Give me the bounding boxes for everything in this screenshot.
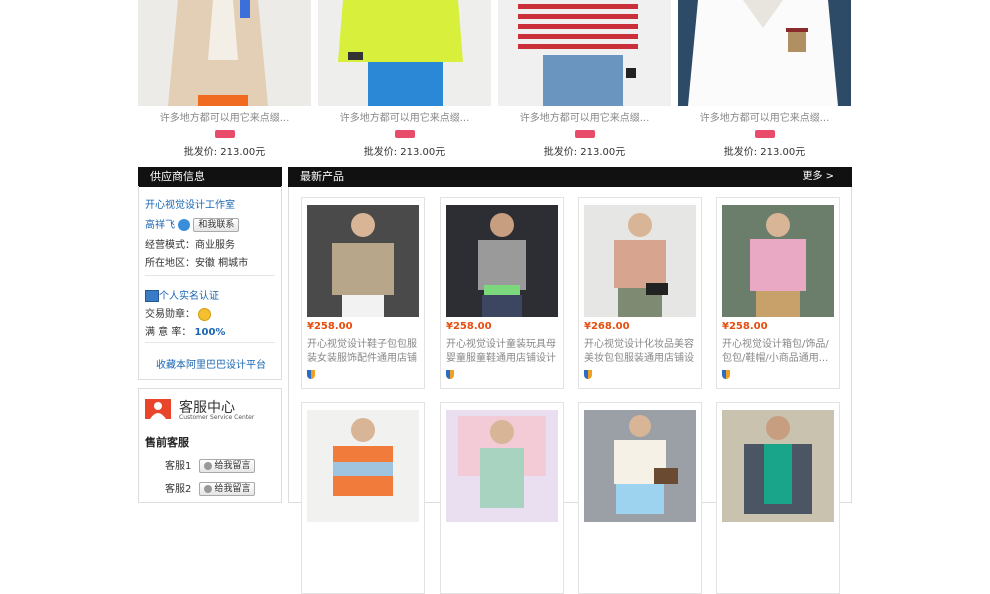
product-title[interactable]: [307, 543, 421, 571]
shield-icon: [446, 370, 454, 379]
top-product-card[interactable]: 许多地方都可以用它来点缀... 批发价: 213.00元: [138, 0, 311, 158]
contact-name[interactable]: 高祥飞: [145, 220, 175, 231]
product-image[interactable]: [307, 410, 419, 522]
product-price: ¥258.00: [307, 321, 353, 332]
product-card[interactable]: ¥258.00 开心视觉设计鞋子包包服装女装服饰配件通用店铺设...: [301, 197, 425, 389]
divider: [145, 275, 275, 276]
wholesale-badge: [394, 130, 415, 138]
product-image[interactable]: [138, 0, 311, 106]
product-image[interactable]: [584, 410, 696, 522]
product-card[interactable]: ¥258.00 开心视觉设计箱包/饰品/包包/鞋帽/小商品通用...: [716, 197, 840, 389]
location: 所在地区：安徽 桐城市: [145, 258, 249, 269]
business-mode: 经营模式：商业服务: [145, 240, 235, 251]
product-title[interactable]: 开心视觉设计化妆品美容美妆包包服装通用店铺设计...: [584, 338, 698, 366]
product-title[interactable]: 许多地方都可以用它来点缀...: [318, 112, 491, 126]
latest-title: 最新产品: [300, 170, 344, 183]
shop-name-link[interactable]: 开心视觉设计工作室: [145, 196, 235, 211]
agent-row: 客服2 给我留言: [165, 480, 256, 496]
product-price: 批发价: 213.00元: [723, 147, 806, 158]
product-image[interactable]: [446, 205, 558, 317]
product-title[interactable]: 许多地方都可以用它来点缀...: [138, 112, 311, 126]
product-price: 批发价: 213.00元: [543, 147, 626, 158]
contact-row: 高祥飞 和我联系: [145, 216, 240, 232]
product-price: ¥258.00: [446, 321, 492, 332]
more-link[interactable]: 更多 >: [802, 167, 834, 187]
product-image[interactable]: [307, 205, 419, 317]
leave-message-label: 给我留言: [214, 461, 251, 471]
product-card[interactable]: [716, 402, 840, 594]
presale-label: 售前客服: [145, 436, 189, 449]
top-product-card[interactable]: 许多地方都可以用它来点缀... 批发价: 213.00元: [498, 0, 671, 158]
supplier-header: 供应商信息: [138, 167, 282, 187]
product-price: 批发价: 213.00元: [363, 147, 446, 158]
verification-text[interactable]: 个人实名认证: [159, 291, 219, 302]
product-title[interactable]: 开心视觉设计鞋子包包服装女装服饰配件通用店铺设...: [307, 338, 421, 366]
medal-icon[interactable]: [198, 307, 212, 321]
top-product-card[interactable]: 许多地方都可以用它来点缀... 批发价: 213.00元: [318, 0, 491, 158]
satisfaction-label: 满 意 率：: [145, 327, 192, 338]
product-card[interactable]: ¥258.00 开心视觉设计童装玩具母婴童服童鞋通用店铺设计装...: [440, 197, 564, 389]
product-image[interactable]: [318, 0, 491, 106]
top-product-card[interactable]: 许多地方都可以用它来点缀... 批发价: 213.00元: [678, 0, 851, 158]
product-title[interactable]: 许多地方都可以用它来点缀...: [498, 112, 671, 126]
product-image[interactable]: [722, 205, 834, 317]
wholesale-badge: [574, 130, 595, 138]
product-title[interactable]: 开心视觉设计箱包/饰品/包包/鞋帽/小商品通用...: [722, 338, 836, 366]
product-card[interactable]: [578, 402, 702, 594]
product-price: ¥268.00: [584, 321, 630, 332]
chat-icon[interactable]: [178, 219, 191, 231]
leave-message-label: 给我留言: [214, 484, 251, 494]
satisfaction-row: 满 意 率： 100%: [145, 323, 225, 338]
product-image[interactable]: [498, 0, 671, 106]
shield-icon: [722, 370, 730, 379]
product-image[interactable]: [446, 410, 558, 522]
chat-icon: [203, 461, 212, 470]
product-image[interactable]: [584, 205, 696, 317]
satisfaction-value: 100%: [194, 327, 226, 338]
product-card[interactable]: [301, 402, 425, 594]
product-card[interactable]: [440, 402, 564, 594]
latest-products-header: 最新产品 更多 >: [288, 167, 852, 187]
customer-service-panel: 客服中心 Customer Service Center 售前客服 客服1 给我…: [138, 388, 282, 503]
agent-row: 客服1 给我留言: [165, 457, 256, 473]
trade-medal-label: 交易勋章：: [145, 309, 195, 320]
trade-medal-row: 交易勋章：: [145, 305, 212, 321]
latest-products-grid: ¥258.00 开心视觉设计鞋子包包服装女装服饰配件通用店铺设... ¥258.…: [288, 187, 852, 594]
contact-me-button[interactable]: 和我联系: [193, 218, 240, 232]
divider: [145, 342, 275, 343]
product-title[interactable]: [722, 543, 836, 571]
product-title[interactable]: [584, 543, 698, 571]
id-card-icon: [145, 290, 159, 302]
agent-name: 客服2: [165, 484, 192, 495]
product-price: ¥258.00: [722, 321, 768, 332]
product-title[interactable]: [446, 543, 560, 571]
service-logo-icon: [145, 399, 171, 419]
wholesale-badge: [754, 130, 775, 138]
product-image[interactable]: [722, 410, 834, 522]
shield-icon: [584, 370, 592, 379]
product-card[interactable]: ¥268.00 开心视觉设计化妆品美容美妆包包服装通用店铺设计...: [578, 197, 702, 389]
shield-icon: [307, 370, 315, 379]
leave-message-button[interactable]: 给我留言: [198, 459, 256, 473]
favorite-link[interactable]: 收藏本阿里巴巴设计平台: [139, 356, 283, 371]
product-title[interactable]: 开心视觉设计童装玩具母婴童服童鞋通用店铺设计装...: [446, 338, 560, 366]
leave-message-button[interactable]: 给我留言: [198, 482, 256, 496]
product-image[interactable]: [678, 0, 851, 106]
chat-icon: [203, 484, 212, 493]
supplier-info-panel: 开心视觉设计工作室 高祥飞 和我联系 经营模式：商业服务 所在地区：安徽 桐城市…: [138, 186, 282, 380]
product-price: 批发价: 213.00元: [183, 147, 266, 158]
verification-row[interactable]: 个人实名认证: [145, 287, 219, 302]
wholesale-badge: [214, 130, 235, 138]
service-subtitle: Customer Service Center: [179, 414, 255, 421]
agent-name: 客服1: [165, 461, 192, 472]
product-title[interactable]: 许多地方都可以用它来点缀...: [678, 112, 851, 126]
